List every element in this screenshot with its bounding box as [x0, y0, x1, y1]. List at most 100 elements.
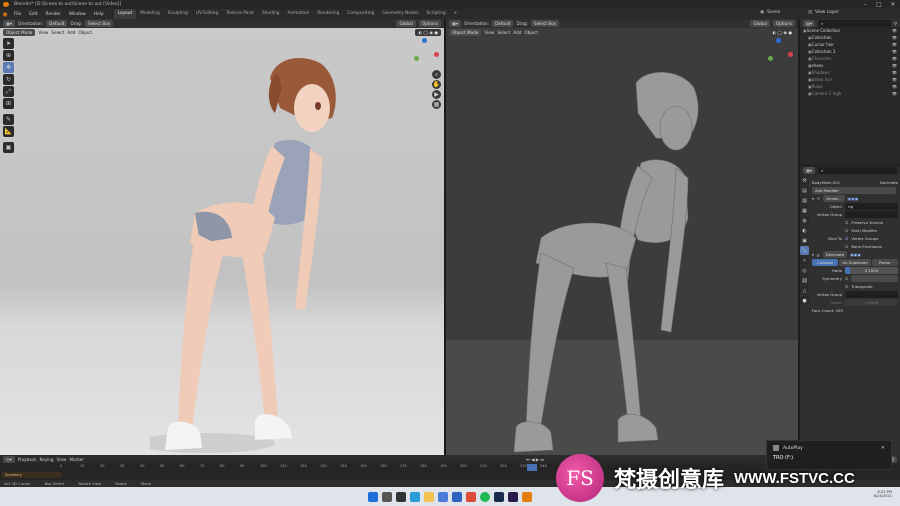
blender-menu-icon[interactable]: ◉ — [0, 9, 10, 19]
armature-vertex-group-field[interactable] — [845, 210, 898, 218]
current-frame-marker[interactable] — [527, 464, 537, 471]
tool-tab-icon[interactable]: ⚒ — [800, 176, 809, 185]
left-viewport[interactable]: ➤ ⊕ ✥ ↻ ⤢ ⊞ ✎ 📐 ▣ ⌕ ✋ ▶ ▦ — [0, 28, 444, 455]
tab-compositing[interactable]: Compositing — [343, 9, 378, 19]
right-options-dropdown[interactable]: Options — [772, 20, 795, 27]
ratio-slider[interactable]: 0.1000 — [845, 266, 898, 274]
outliner-item[interactable]: ▣ shoes 👁 — [800, 62, 900, 69]
right-transform-dropdown[interactable]: Global — [750, 20, 770, 27]
menu-render[interactable]: Render — [42, 12, 65, 17]
file-explorer-icon[interactable] — [424, 491, 434, 502]
vertex-groups-checkbox[interactable]: ☑ — [845, 236, 848, 241]
view-layer-tab-icon[interactable]: ▦ — [800, 206, 809, 215]
properties-search-input[interactable]: ⌕ — [818, 167, 897, 174]
character-render[interactable] — [150, 48, 370, 455]
left-shading-buttons[interactable]: ◐ ◯ ◉ ● — [415, 29, 441, 36]
blender-taskbar-icon[interactable] — [522, 491, 532, 502]
outliner-item[interactable]: ▣ Camera 2 high 👁 — [800, 90, 900, 97]
left-options-dropdown[interactable]: Options — [418, 20, 441, 27]
character-mesh[interactable] — [506, 68, 736, 455]
armature-modifier-header[interactable]: ▾ ♆ Armat... ▣▣▣ — [812, 194, 898, 202]
outliner-item[interactable]: ▣ Cursor hair 👁 — [800, 41, 900, 48]
camera-view-icon[interactable]: ▶ — [432, 90, 441, 99]
symmetry-axis-dropdown[interactable] — [851, 274, 898, 282]
tab-scripting[interactable]: Scripting — [423, 9, 450, 19]
object-name[interactable]: BodyMesh.001 — [812, 180, 840, 185]
right-gizmo-x-axis-icon[interactable] — [788, 52, 793, 57]
timeline-menu-marker[interactable]: Marker — [69, 457, 83, 462]
left-menu-select[interactable]: Select — [51, 30, 64, 35]
menu-file[interactable]: File — [10, 12, 25, 17]
right-menu-object[interactable]: Object — [524, 30, 538, 35]
factor-field[interactable]: 1.0000 — [845, 298, 898, 306]
right-navigation-gizmo[interactable] — [764, 38, 794, 68]
scene-tab-icon[interactable]: ◍ — [800, 216, 809, 225]
properties-editor-type-button[interactable]: ▦▾ — [803, 167, 816, 174]
object-tab-icon[interactable]: ▣ — [800, 236, 809, 245]
task-view-icon[interactable] — [396, 491, 406, 502]
pan-icon[interactable]: ✋ — [432, 80, 441, 89]
scale-tool-icon[interactable]: ⤢ — [3, 86, 14, 97]
minimize-button[interactable]: – — [858, 0, 872, 9]
tab-geometry-nodes[interactable]: Geometry Nodes — [378, 9, 422, 19]
symmetry-checkbox[interactable]: ☐ — [845, 276, 848, 281]
right-viewport[interactable]: Object Mode View Select Add Object ◐ ◯ ◉… — [446, 28, 798, 455]
bone-envelopes-checkbox[interactable]: ☐ — [845, 244, 848, 249]
particles-tab-icon[interactable]: ✧ — [800, 256, 809, 265]
chrome-icon[interactable] — [466, 491, 476, 502]
visibility-toggle-icon[interactable]: 👁 — [892, 91, 900, 96]
transform-tool-icon[interactable]: ⊞ — [3, 98, 14, 109]
outliner-item[interactable]: ▣ Scene Collection 👁 — [800, 27, 900, 34]
add-modifier-button[interactable]: Add Modifier — [812, 186, 896, 194]
tab-uv-editing[interactable]: UV Editing — [192, 9, 222, 19]
tab-planar[interactable]: Planar — [871, 258, 899, 266]
visibility-toggle-icon[interactable]: 👁 — [892, 28, 900, 33]
tab-rendering[interactable]: Rendering — [313, 9, 343, 19]
visibility-toggle-icon[interactable]: 👁 — [892, 56, 900, 61]
armature-toggle-icons[interactable]: ▣▣▣ — [848, 196, 859, 201]
outliner-item[interactable]: ▣ Collection 👁 — [800, 34, 900, 41]
visibility-toggle-icon[interactable]: 👁 — [892, 42, 900, 47]
store-icon[interactable] — [438, 491, 448, 502]
playback-controls[interactable]: ⏮ ◀ ▶ ⏭ — [526, 457, 544, 462]
right-shading-buttons[interactable]: ◐ ◯ ◉ ● — [769, 29, 795, 36]
edge-browser-icon[interactable] — [410, 491, 420, 502]
left-menu-view[interactable]: View — [38, 30, 48, 35]
decimate-modifier-header[interactable]: ▾ ◭ Decimate ▣▣▣ — [812, 250, 898, 258]
mail-icon[interactable] — [452, 491, 462, 502]
physics-tab-icon[interactable]: ◎ — [800, 266, 809, 275]
visibility-toggle-icon[interactable]: 👁 — [892, 70, 900, 75]
visibility-toggle-icon[interactable]: 👁 — [892, 49, 900, 54]
tab-un-subdivide[interactable]: Un-Subdivide — [839, 258, 871, 266]
visibility-toggle-icon[interactable]: 👁 — [892, 77, 900, 82]
measure-tool-icon[interactable]: 📐 — [3, 126, 14, 137]
navigation-gizmo[interactable] — [410, 38, 440, 68]
timeline-editor-type-button[interactable]: ◷▾ — [3, 455, 15, 463]
outliner-item[interactable]: ▣ Collection 3 👁 — [800, 48, 900, 55]
menu-edit[interactable]: Edit — [25, 12, 41, 17]
left-mode-dropdown[interactable]: Object Mode — [3, 29, 36, 36]
annotate-tool-icon[interactable]: ✎ — [3, 114, 14, 125]
output-tab-icon[interactable]: ▨ — [800, 196, 809, 205]
outliner-item[interactable]: ▣ Plane 👁 — [800, 83, 900, 90]
tab-modeling[interactable]: Modeling — [136, 9, 164, 19]
constraints-tab-icon[interactable]: ⛓ — [800, 276, 809, 285]
tab-shading[interactable]: Shading — [258, 9, 283, 19]
triangulate-checkbox[interactable]: ☐ — [845, 284, 848, 289]
armature-object-field[interactable]: rig — [845, 202, 898, 210]
search-icon[interactable] — [382, 491, 392, 502]
decimate-toggle-icons[interactable]: ▣▣▣ — [850, 252, 861, 257]
gizmo-x-axis-icon[interactable] — [434, 52, 439, 57]
rotate-tool-icon[interactable]: ↻ — [3, 74, 14, 85]
photoshop-icon[interactable] — [494, 491, 504, 502]
material-tab-icon[interactable]: ● — [800, 296, 809, 305]
decimate-name-field[interactable]: Decimate — [822, 250, 848, 258]
menu-window[interactable]: Window — [65, 12, 90, 17]
notification-close-icon[interactable]: ✕ — [881, 445, 885, 451]
premiere-icon[interactable] — [508, 491, 518, 502]
world-tab-icon[interactable]: ◐ — [800, 226, 809, 235]
filter-icon[interactable]: ⚲ — [894, 21, 897, 26]
right-orientation-dropdown[interactable]: Default — [492, 20, 514, 27]
add-cube-tool-icon[interactable]: ▣ — [3, 142, 14, 153]
right-gizmo-y-axis-icon[interactable] — [768, 56, 773, 61]
